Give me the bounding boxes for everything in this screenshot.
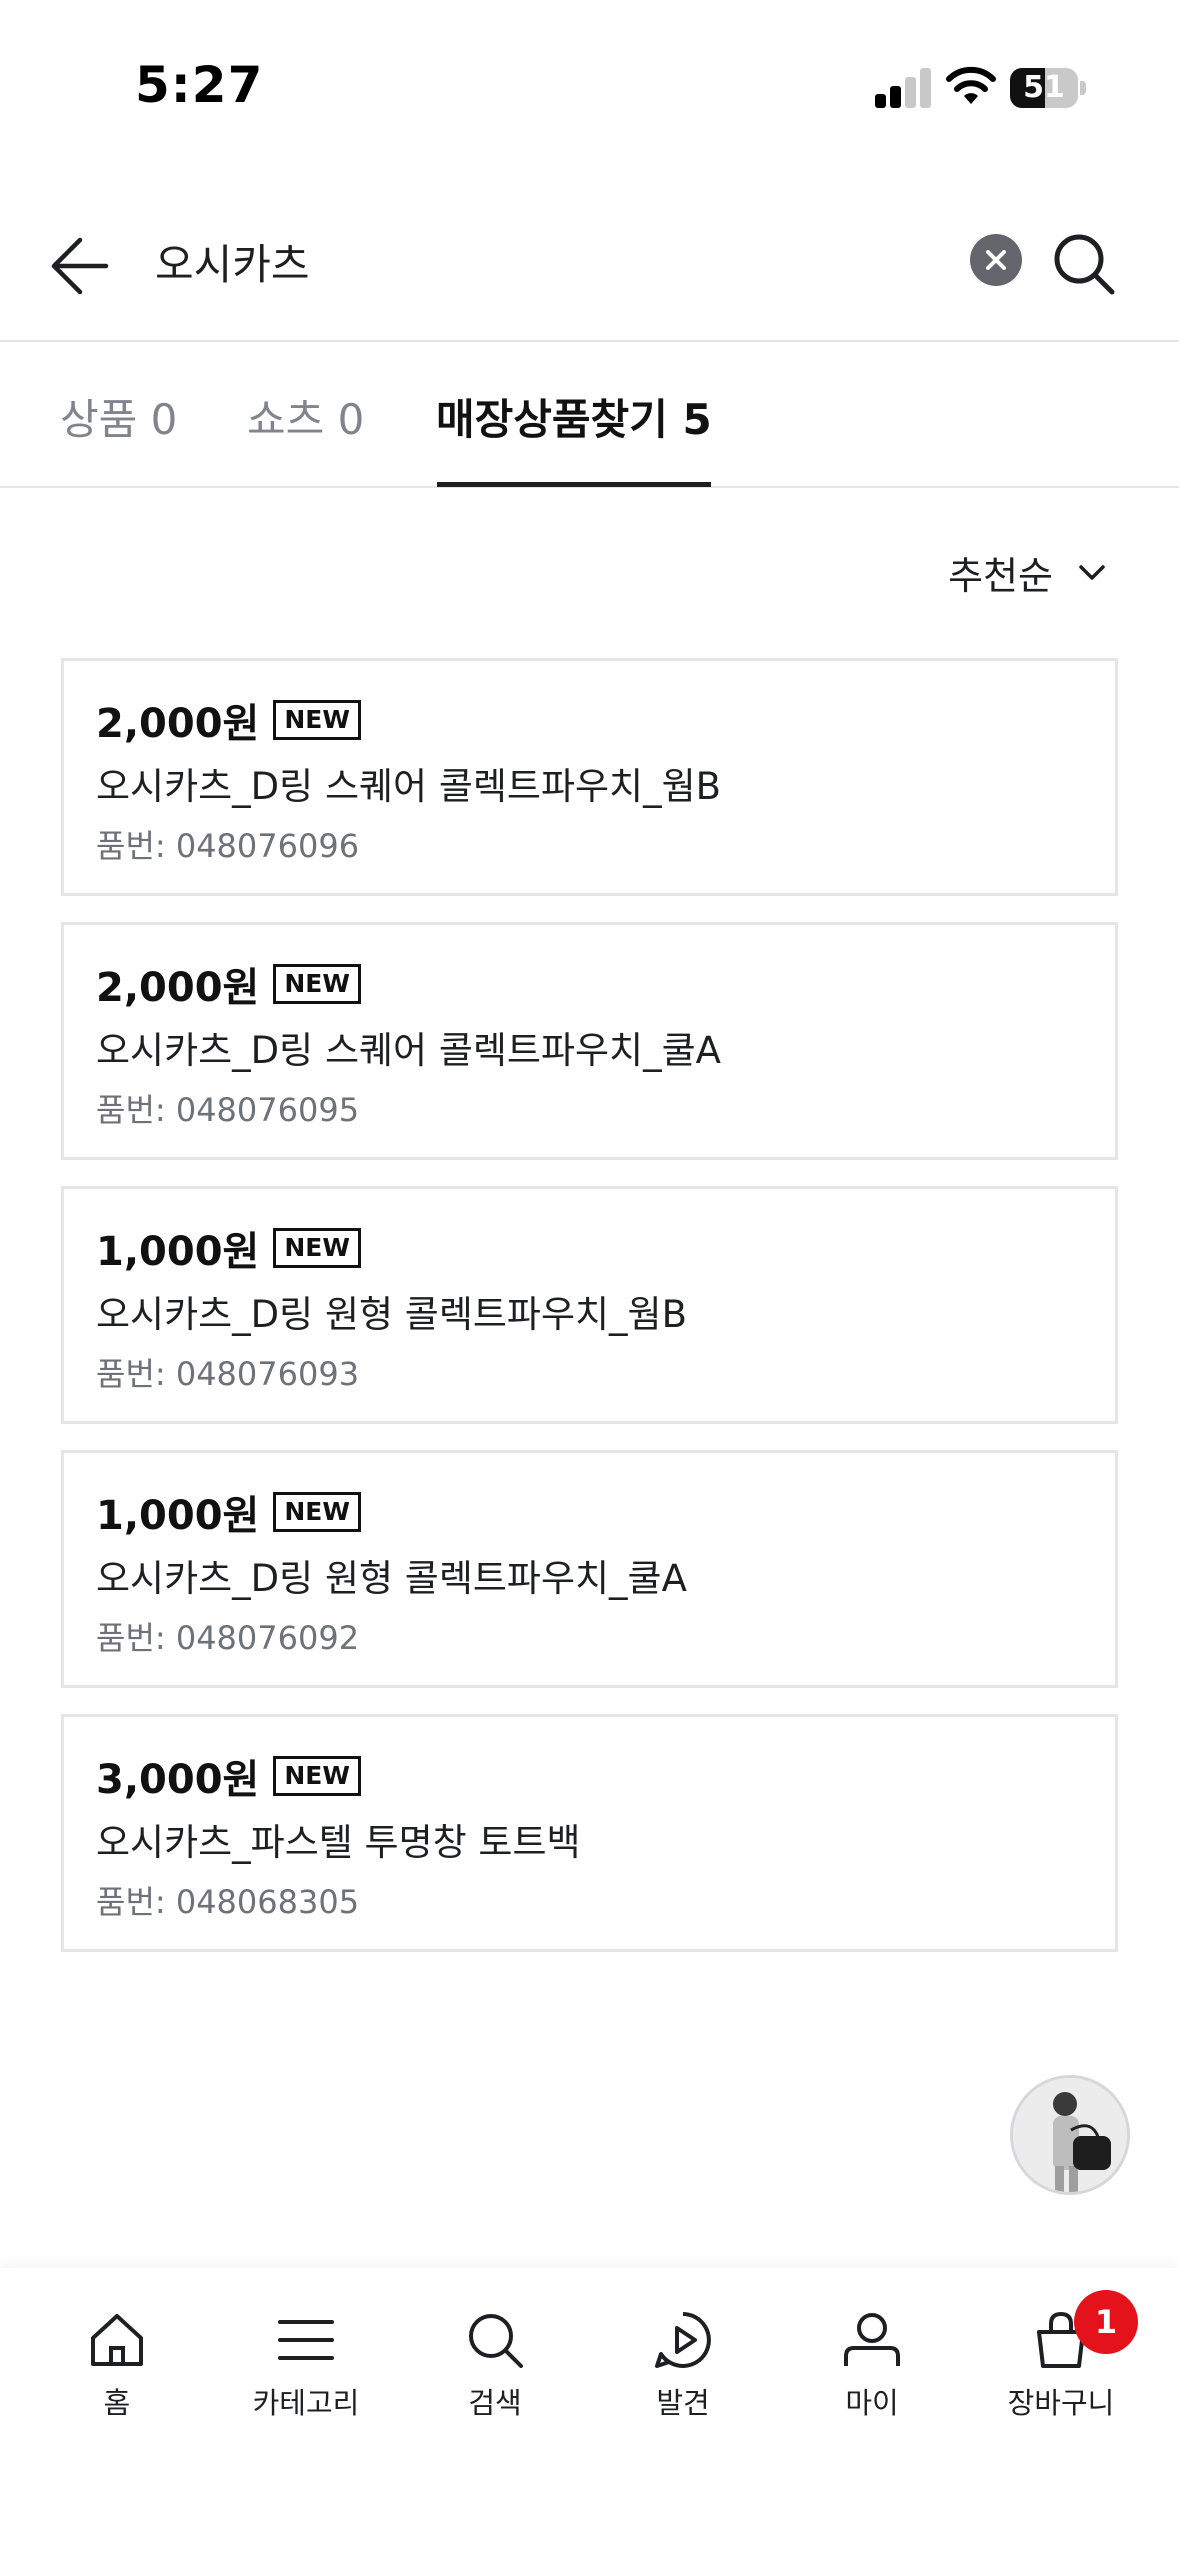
nav-home[interactable]: 홈 <box>42 2308 192 2428</box>
nav-cart[interactable]: 장바구니 1 <box>986 2290 1138 2428</box>
tab-store-products[interactable]: 매장상품찾기 5 <box>436 390 712 450</box>
status-bar: 5:27 51 <box>0 0 1179 170</box>
new-badge: NEW <box>273 1492 361 1532</box>
product-price: 1,000원 <box>96 1493 260 1539</box>
back-arrow-icon[interactable] <box>44 228 120 304</box>
new-badge: NEW <box>273 1756 361 1796</box>
battery-level: 51 <box>1023 70 1065 105</box>
product-card[interactable]: 1,000원 NEW 오시카츠_D링 원형 콜렉트파우치_웜B 품번: 0480… <box>61 1186 1118 1424</box>
home-icon <box>91 2314 143 2366</box>
nav-category[interactable]: 카테고리 <box>231 2308 381 2428</box>
product-code: 품번: 048068305 <box>96 1883 360 1921</box>
nav-category-label: 카테고리 <box>252 2386 360 2420</box>
product-price: 2,000원 <box>96 965 260 1011</box>
result-tabs: 상품 0 쇼츠 0 매장상품찾기 5 <box>0 342 1179 488</box>
product-card[interactable]: 3,000원 NEW 오시카츠_파스텔 투명창 토트백 품번: 04806830… <box>61 1714 1118 1952</box>
signal-icon <box>875 68 931 108</box>
product-name: 오시카츠_D링 스퀘어 콜렉트파우치_웜B <box>96 765 721 808</box>
search-input[interactable]: 오시카츠 <box>155 230 310 300</box>
sort-dropdown[interactable]: 추천순 <box>948 542 1109 602</box>
nav-cart-label: 장바구니 <box>1007 2386 1115 2420</box>
active-tab-indicator <box>437 482 711 487</box>
product-price: 3,000원 <box>96 1757 260 1803</box>
product-price: 2,000원 <box>96 701 260 747</box>
person-with-bag-icon <box>1013 2078 1127 2192</box>
product-code: 품번: 048076096 <box>96 827 360 865</box>
battery-icon: 51 <box>1010 68 1086 108</box>
tab-products[interactable]: 상품 0 <box>60 390 177 450</box>
product-card[interactable]: 1,000원 NEW 오시카츠_D링 원형 콜렉트파우치_쿨A 품번: 0480… <box>61 1450 1118 1688</box>
product-code: 품번: 048076092 <box>96 1619 360 1657</box>
nav-search[interactable]: 검색 <box>420 2308 570 2428</box>
play-icon <box>655 2312 711 2368</box>
chevron-down-icon <box>1079 565 1105 580</box>
new-badge: NEW <box>273 964 361 1004</box>
new-badge: NEW <box>273 1228 361 1268</box>
sort-label: 추천순 <box>948 553 1053 598</box>
user-icon <box>844 2313 900 2366</box>
product-code: 품번: 048076095 <box>96 1091 360 1129</box>
tab-shorts[interactable]: 쇼츠 0 <box>247 390 364 450</box>
new-badge: NEW <box>273 700 361 740</box>
floating-promo-avatar[interactable] <box>1010 2075 1130 2195</box>
nav-discover-label: 발견 <box>656 2386 710 2420</box>
nav-discover[interactable]: 발견 <box>608 2308 758 2428</box>
search-icon <box>469 2314 523 2368</box>
menu-icon <box>278 2320 334 2360</box>
product-code: 품번: 048076093 <box>96 1355 360 1393</box>
nav-home-label: 홈 <box>103 2386 131 2420</box>
product-name: 오시카츠_D링 원형 콜렉트파우치_쿨A <box>96 1557 687 1600</box>
cart-count-badge: 1 <box>1074 2290 1138 2354</box>
nav-my[interactable]: 마이 <box>797 2308 947 2428</box>
product-card[interactable]: 2,000원 NEW 오시카츠_D링 스퀘어 콜렉트파우치_웜B 품번: 048… <box>61 658 1118 896</box>
search-icon[interactable] <box>1048 228 1120 300</box>
wifi-icon <box>946 66 996 104</box>
product-card[interactable]: 2,000원 NEW 오시카츠_D링 스퀘어 콜렉트파우치_쿨A 품번: 048… <box>61 922 1118 1160</box>
product-name: 오시카츠_D링 스퀘어 콜렉트파우치_쿨A <box>96 1029 721 1072</box>
product-name: 오시카츠_D링 원형 콜렉트파우치_웜B <box>96 1293 687 1336</box>
search-header: 오시카츠 <box>0 190 1179 342</box>
product-name: 오시카츠_파스텔 투명창 토트백 <box>96 1821 581 1864</box>
status-time: 5:27 <box>135 56 264 114</box>
bottom-nav: 홈 카테고리 검색 발견 마이 장바구니 1 <box>0 2268 1179 2556</box>
product-price: 1,000원 <box>96 1229 260 1275</box>
nav-my-label: 마이 <box>845 2386 899 2420</box>
nav-search-label: 검색 <box>468 2386 522 2420</box>
clear-icon[interactable] <box>970 234 1022 286</box>
